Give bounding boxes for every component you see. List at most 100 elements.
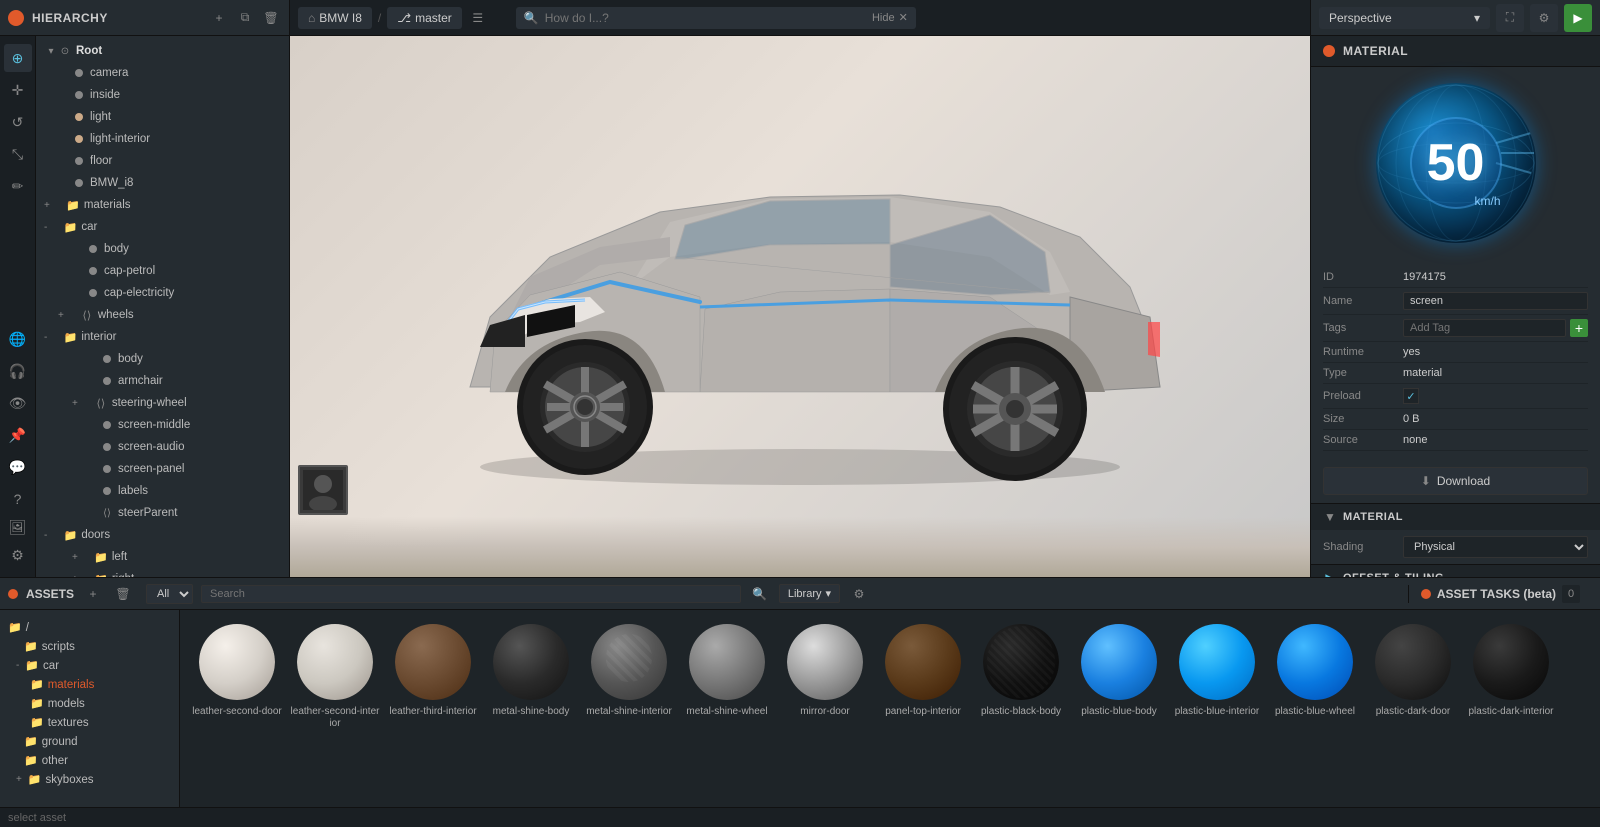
tree-item-car[interactable]: - 📁 car: [36, 216, 289, 238]
tree-item-labels[interactable]: labels: [36, 480, 289, 502]
asset-item-metal-shine-interior[interactable]: metal-shine-interior: [584, 622, 674, 730]
collapse-doors[interactable]: -: [44, 530, 47, 541]
asset-item-metal-shine-body[interactable]: metal-shine-body: [486, 622, 576, 730]
add-node-button[interactable]: +: [209, 8, 229, 28]
tree-item-root[interactable]: ▾ ⊙ Root: [36, 40, 289, 62]
at-item-materials[interactable]: 📁 materials: [0, 675, 179, 694]
asset-item-plastic-dark-interior[interactable]: plastic-dark-interior: [1466, 622, 1556, 730]
at-item-ground[interactable]: 📁 ground: [0, 732, 179, 751]
library-button[interactable]: Library ▾: [779, 584, 840, 603]
home-breadcrumb[interactable]: ⌂ BMW I8: [298, 7, 372, 29]
tree-item-inside[interactable]: inside: [36, 84, 289, 106]
assets-search-input[interactable]: [201, 585, 741, 603]
tree-item-cap-electricity[interactable]: cap-electricity: [36, 282, 289, 304]
tree-item-light[interactable]: light: [36, 106, 289, 128]
tool-settings[interactable]: ⚙: [4, 541, 32, 569]
expand-steering[interactable]: +: [72, 398, 78, 409]
material-section-header[interactable]: ▼ MATERIAL: [1311, 503, 1600, 530]
preload-checkbox[interactable]: ✓: [1403, 388, 1419, 404]
tags-input[interactable]: [1403, 319, 1566, 337]
assets-add-button[interactable]: +: [82, 583, 104, 605]
at-item-skyboxes[interactable]: + 📁 skyboxes: [0, 770, 179, 789]
tool-image[interactable]: 🖼: [4, 513, 32, 541]
expand-materials[interactable]: +: [44, 200, 50, 211]
tree-item-left[interactable]: + 📁 left: [36, 546, 289, 568]
expand-left[interactable]: +: [72, 552, 78, 563]
collapse-interior[interactable]: -: [44, 332, 47, 343]
tree-item-bmw[interactable]: BMW_i8: [36, 172, 289, 194]
tool-eye[interactable]: 👁: [4, 389, 32, 417]
viewport-avatar[interactable]: [298, 465, 348, 515]
offset-tiling-header[interactable]: ▶ OFFSET & TILING: [1311, 564, 1600, 577]
tree-item-materials[interactable]: + 📁 materials: [36, 194, 289, 216]
tool-pin[interactable]: 📌: [4, 421, 32, 449]
asset-item-plastic-blue-interior[interactable]: plastic-blue-interior: [1172, 622, 1262, 730]
delete-button[interactable]: 🗑: [261, 8, 281, 28]
tree-item-floor[interactable]: floor: [36, 150, 289, 172]
assets-search-icon[interactable]: 🔍: [749, 583, 771, 605]
tree-item-cap-petrol[interactable]: cap-petrol: [36, 260, 289, 282]
at-item-other[interactable]: 📁 other: [0, 751, 179, 770]
tool-globe[interactable]: 🌐: [4, 325, 32, 353]
collapse-car[interactable]: -: [44, 222, 47, 233]
tree-item-right[interactable]: + 📁 right: [36, 568, 289, 577]
hide-button[interactable]: Hide ✕: [872, 11, 908, 24]
asset-item-plastic-black-body[interactable]: plastic-black-body: [976, 622, 1066, 730]
tree-item-camera[interactable]: camera: [36, 62, 289, 84]
download-button[interactable]: ⬇ Download: [1323, 467, 1588, 495]
shading-select[interactable]: Physical: [1403, 536, 1588, 558]
list-icon[interactable]: ☰: [468, 8, 488, 28]
asset-item-plastic-dark-door[interactable]: plastic-dark-door: [1368, 622, 1458, 730]
assets-type-filter[interactable]: All: [146, 584, 193, 604]
tool-move[interactable]: ✛: [4, 76, 32, 104]
tree-item-screen-panel[interactable]: screen-panel: [36, 458, 289, 480]
tool-audio[interactable]: 🎧: [4, 357, 32, 385]
expand-wheels[interactable]: +: [58, 310, 64, 321]
asset-item-metal-shine-wheel[interactable]: metal-shine-wheel: [682, 622, 772, 730]
viewport-ground: [290, 517, 1310, 577]
tree-toggle-root[interactable]: ▾: [44, 44, 58, 58]
tree-item-body2[interactable]: body: [36, 348, 289, 370]
tree-item-steerparent[interactable]: ⟨⟩ steerParent: [36, 502, 289, 524]
at-item-models[interactable]: 📁 models: [0, 694, 179, 713]
branch-breadcrumb[interactable]: ⎇ master: [387, 7, 462, 29]
search-input[interactable]: [545, 11, 864, 25]
tree-item-doors[interactable]: - 📁 doors: [36, 524, 289, 546]
assets-delete-button[interactable]: 🗑: [112, 583, 134, 605]
asset-item-leather-second-door[interactable]: leather-second-door: [192, 622, 282, 730]
tree-item-armchair[interactable]: armchair: [36, 370, 289, 392]
settings-icon[interactable]: ⚙: [1530, 4, 1558, 32]
perspective-button[interactable]: Perspective ▾: [1319, 7, 1490, 29]
asset-item-panel-top-interior[interactable]: panel-top-interior: [878, 622, 968, 730]
tree-item-steering-wheel[interactable]: + ⟨⟩ steering-wheel: [36, 392, 289, 414]
tool-rotate[interactable]: ↺: [4, 108, 32, 136]
at-item-scripts[interactable]: 📁 scripts: [0, 637, 179, 656]
tool-scale[interactable]: ⤡: [4, 140, 32, 168]
tool-question[interactable]: ?: [4, 485, 32, 513]
tree-item-screen-middle[interactable]: screen-middle: [36, 414, 289, 436]
tool-draw[interactable]: ✏: [4, 172, 32, 200]
name-input[interactable]: [1403, 292, 1588, 310]
duplicate-button[interactable]: ⧉: [235, 8, 255, 28]
asset-item-plastic-blue-body[interactable]: plastic-blue-body: [1074, 622, 1164, 730]
tree-item-wheels[interactable]: + ⟨⟩ wheels: [36, 304, 289, 326]
asset-item-mirror-door[interactable]: mirror-door: [780, 622, 870, 730]
asset-item-leather-second-interior[interactable]: leather-second-interior: [290, 622, 380, 730]
tree-item-light-interior[interactable]: light-interior: [36, 128, 289, 150]
library-settings-button[interactable]: ⚙: [848, 583, 870, 605]
at-item-car[interactable]: - 📁 car: [0, 656, 179, 675]
asset-item-plastic-blue-wheel[interactable]: plastic-blue-wheel: [1270, 622, 1360, 730]
at-item-root[interactable]: 📁 /: [0, 618, 179, 637]
mat-row-tags: Tags +: [1323, 315, 1588, 342]
tool-chat[interactable]: 💬: [4, 453, 32, 481]
tree-item-body[interactable]: body: [36, 238, 289, 260]
viewport[interactable]: [290, 36, 1310, 577]
play-button[interactable]: ▶: [1564, 4, 1592, 32]
fullscreen-button[interactable]: ⛶: [1496, 4, 1524, 32]
add-tag-button[interactable]: +: [1570, 319, 1588, 337]
tree-item-interior[interactable]: - 📁 interior: [36, 326, 289, 348]
asset-item-leather-third-interior[interactable]: leather-third-interior: [388, 622, 478, 730]
at-item-textures[interactable]: 📁 textures: [0, 713, 179, 732]
tool-select[interactable]: ⊕: [4, 44, 32, 72]
tree-item-screen-audio[interactable]: screen-audio: [36, 436, 289, 458]
